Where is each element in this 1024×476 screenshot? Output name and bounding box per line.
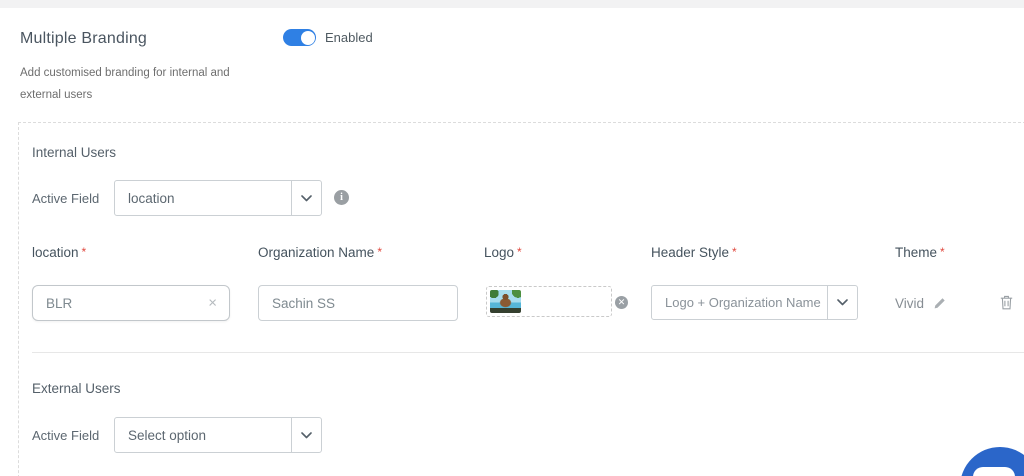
remove-logo-icon[interactable]: ✕: [615, 296, 628, 309]
clear-icon[interactable]: ×: [208, 296, 217, 311]
logo-upload-box[interactable]: [486, 286, 612, 317]
required-marker: *: [517, 245, 522, 259]
internal-active-field-label: Active Field: [32, 191, 100, 206]
info-icon[interactable]: i: [334, 190, 349, 205]
chevron-down-icon: [827, 286, 857, 319]
top-strip: [0, 0, 1024, 8]
header-style-value: Logo + Organization Name: [665, 295, 821, 310]
internal-active-field-select[interactable]: location: [114, 180, 322, 216]
branding-toggle[interactable]: [283, 29, 316, 46]
section-divider: [32, 352, 1024, 353]
edit-theme-icon[interactable]: [933, 297, 946, 310]
column-label-header-style: Header Style *: [651, 245, 737, 260]
organization-name-input[interactable]: Sachin SS: [258, 285, 458, 321]
internal-users-heading: Internal Users: [32, 145, 117, 160]
column-label-location: location *: [32, 245, 87, 260]
logo-thumbnail-image: [490, 290, 521, 313]
chat-bubble-icon: [973, 467, 1015, 476]
page-description: Add customised branding for internal and…: [20, 67, 230, 101]
delete-row-icon[interactable]: [1000, 295, 1013, 310]
theme-cell: Vivid: [895, 285, 946, 321]
theme-value: Vivid: [895, 295, 925, 311]
required-marker: *: [81, 245, 87, 259]
column-label-organization-name: Organization Name *: [258, 245, 382, 260]
external-active-field-placeholder: Select option: [128, 427, 207, 443]
column-label-logo: Logo *: [484, 245, 522, 260]
location-value: BLR: [46, 295, 73, 311]
location-input[interactable]: BLR ×: [32, 285, 230, 321]
required-marker: *: [940, 245, 945, 259]
page-title: Multiple Branding: [20, 30, 148, 47]
required-marker: *: [377, 245, 382, 259]
required-marker: *: [732, 245, 737, 259]
header-style-select[interactable]: Logo + Organization Name: [651, 285, 858, 320]
toggle-knob-icon: [300, 30, 315, 45]
chevron-down-icon: [291, 418, 321, 452]
column-label-theme: Theme *: [895, 245, 945, 260]
organization-name-value: Sachin SS: [272, 295, 336, 311]
internal-active-field-value: location: [128, 190, 175, 206]
external-active-field-label: Active Field: [32, 428, 100, 443]
chevron-down-icon: [291, 181, 321, 215]
toggle-state-label: Enabled: [325, 30, 373, 45]
external-users-heading: External Users: [32, 381, 121, 396]
multiple-branding-page: Multiple Branding Enabled Add customised…: [0, 0, 1024, 476]
external-active-field-select[interactable]: Select option: [114, 417, 322, 453]
